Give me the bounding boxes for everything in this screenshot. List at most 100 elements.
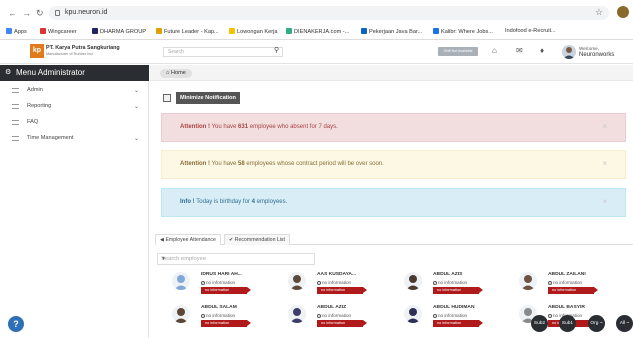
minimize-notification-button[interactable]: Minimize Notification [163, 92, 245, 104]
contract-alert: Attention ! You have 58 employees whose … [161, 150, 626, 179]
forward-icon[interactable]: → [22, 8, 31, 18]
bookmark-item[interactable]: Pekerjaan Java Bar... [361, 28, 422, 35]
employee-card[interactable]: AAS KUSDAYA... no information no informati… [288, 272, 398, 300]
employee-avatar [172, 305, 190, 323]
filter-sub2-button[interactable]: Sub2 [531, 315, 548, 332]
breadcrumb: ⌂ Home [150, 65, 633, 81]
filter-all-button[interactable]: All ~ [616, 315, 633, 332]
close-icon[interactable]: × [602, 122, 607, 131]
status-badge: no information [317, 320, 367, 327]
absent-alert: Attention ! You have 631 employee who ab… [161, 113, 626, 142]
search-input[interactable]: Search [163, 47, 283, 57]
status-badge: no information [201, 320, 251, 327]
sidebar-item-faq[interactable]: FAQ [0, 116, 149, 130]
lock-icon [55, 10, 60, 16]
help-button[interactable]: ? [8, 316, 24, 332]
alert-message: Attention ! You have 58 employees whose … [180, 161, 384, 167]
employee-card[interactable]: IDRUS HARI AH... no information no informa… [172, 272, 282, 300]
clock-icon [548, 280, 552, 285]
employee-avatar [288, 272, 306, 290]
employee-name: ABDUL SALAM [201, 305, 237, 310]
search-icon[interactable]: ⚲ [274, 46, 279, 54]
shift-button[interactable]: Shift Not Available [438, 47, 478, 56]
employee-name: AAS KUSDAYA... [317, 272, 357, 277]
filter-org-button[interactable]: Org ~ [588, 315, 605, 332]
status-badge: no information [548, 287, 598, 294]
employee-name: ABDUL AZIZ [317, 305, 347, 310]
employee-name: ABDUL BASYIR [548, 305, 585, 310]
reload-icon[interactable]: ↻ [36, 8, 44, 18]
close-icon[interactable]: × [602, 197, 607, 206]
sidebar-item-time-management[interactable]: Time Management ⌄ [0, 132, 149, 146]
employee-search-select[interactable]: Search employee ▼ [157, 253, 315, 265]
bookmark-item[interactable]: Wingcareer [40, 28, 77, 35]
employee-card[interactable]: ABDUL AZIS no information no information [404, 272, 514, 300]
company-logo[interactable]: kp [30, 44, 44, 58]
back-icon[interactable]: ← [8, 8, 17, 18]
bookmark-item[interactable]: Lowongan Kerja [229, 28, 277, 35]
clock-icon [433, 313, 437, 318]
employee-card[interactable]: ABDUL ZAILANI no information no informatio… [519, 272, 629, 300]
status-badge: no information [317, 287, 367, 294]
company-subtitle: Manufacturer of Rubber Ind. [46, 52, 94, 56]
bookmark-item[interactable]: DIENAKERJA.com -... [286, 28, 349, 35]
tab-employee-attendance[interactable]: ◀ Employee Attendance [155, 234, 221, 245]
menu-icon [12, 136, 19, 141]
menu-icon [12, 104, 19, 109]
employee-name: ABDUL HUDIMAN [433, 305, 475, 310]
tab-recommendation-list[interactable]: ✔ Recommendation List [224, 234, 290, 245]
employee-avatar [404, 272, 422, 290]
employee-avatar [404, 305, 422, 323]
status-badge: no information [201, 287, 251, 294]
status-badge: no information [433, 320, 483, 327]
employee-status: no information [433, 313, 467, 318]
clock-icon [548, 313, 552, 318]
bookmark-apps[interactable]: Apps [6, 28, 27, 35]
gear-icon: ⚙ [5, 69, 12, 76]
url-text: kpu.neuron.id [65, 9, 108, 16]
bell-icon[interactable]: ♦ [540, 46, 544, 55]
employee-status: no information [317, 280, 351, 285]
home-icon[interactable]: ⌂ [492, 46, 497, 55]
chevron-down-icon: ⌄ [134, 88, 140, 94]
bookmark-item[interactable]: Kalibr: Where Jobs... [433, 28, 493, 35]
status-badge: no information [433, 287, 483, 294]
close-icon[interactable]: × [602, 159, 607, 168]
employee-name: IDRUS HARI AH... [201, 272, 242, 277]
bookmark-star-icon[interactable]: ☆ [595, 7, 603, 18]
alert-message: Attention ! You have 631 employee who ab… [180, 124, 338, 130]
mail-icon[interactable]: ✉ [516, 46, 523, 55]
birthday-alert: Info ! Today is birthday for 4 employees… [161, 188, 626, 217]
employee-status: no information [201, 280, 235, 285]
sidebar-item-reporting[interactable]: Reporting ⌄ [0, 100, 149, 114]
menu-icon [12, 88, 19, 93]
clock-icon [433, 280, 437, 285]
employee-status: no information [433, 280, 467, 285]
user-name[interactable]: Neuronworks [579, 52, 614, 58]
sidebar-title: ⚙ Menu Administrator [0, 65, 149, 81]
breadcrumb-home[interactable]: ⌂ Home [160, 69, 192, 78]
user-avatar[interactable] [562, 45, 576, 59]
employee-avatar [288, 305, 306, 323]
bookmark-item[interactable]: Future Leader - Kap... [156, 28, 219, 35]
employee-card[interactable]: ABDUL SALAM no information no information [172, 305, 282, 333]
employee-card[interactable]: ABDUL AZIZ no information no information [288, 305, 398, 333]
bookmark-item[interactable]: Indofood e-Recruit... [505, 28, 556, 34]
menu-icon [12, 120, 19, 125]
employee-card[interactable]: ABDUL HUDIMAN no information no informatio… [404, 305, 514, 333]
sidebar-item-admin[interactable]: Admin ⌄ [0, 84, 149, 98]
tab-bar: ◀ Employee Attendance ✔ Recommendation L… [155, 234, 633, 245]
employee-avatar [172, 272, 190, 290]
minimize-icon [163, 94, 171, 102]
browser-profile-avatar[interactable] [617, 6, 629, 18]
clock-icon [317, 280, 321, 285]
employee-name: ABDUL ZAILANI [548, 272, 586, 277]
employee-status: no information [201, 313, 235, 318]
address-bar[interactable]: kpu.neuron.id ☆ [49, 6, 609, 20]
caret-down-icon: ▼ [161, 256, 166, 262]
alert-message: Info ! Today is birthday for 4 employees… [180, 199, 288, 205]
filter-sub1-button[interactable]: Sub1 [559, 315, 576, 332]
company-name: PT. Karya Putra Sangkuriang [46, 45, 120, 51]
sidebar: ⚙ Menu Administrator Admin ⌄ Reporting ⌄… [0, 65, 149, 338]
bookmark-item[interactable]: DHARMA GROUP [92, 28, 146, 35]
